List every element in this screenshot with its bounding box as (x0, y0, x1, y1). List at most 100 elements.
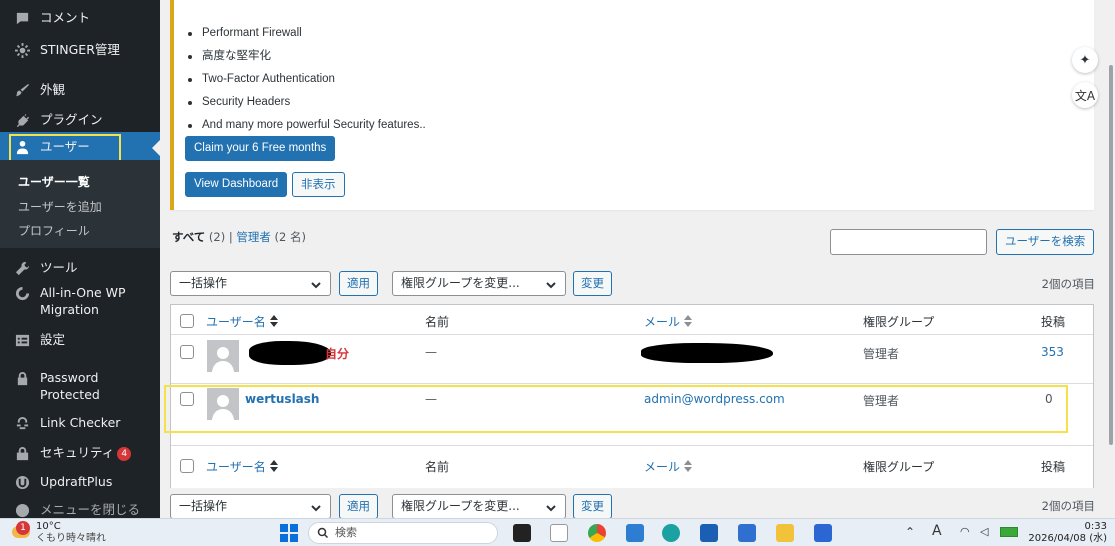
scrollbar[interactable] (1109, 65, 1113, 445)
search-users-button[interactable]: ユーザーを検索 (996, 229, 1095, 255)
redacted-email (641, 343, 773, 363)
column-role: 権限グループ (863, 315, 935, 329)
column-name-footer: 名前 (425, 460, 450, 474)
submenu-add-user[interactable]: ユーザーを追加 (18, 198, 102, 215)
file-explorer-icon[interactable] (776, 524, 794, 542)
chevron-down-icon (310, 499, 322, 512)
window-app-icon[interactable] (626, 524, 644, 542)
ime-indicator[interactable]: A (932, 523, 942, 539)
row-checkbox[interactable] (180, 345, 194, 359)
filter-admin[interactable]: 管理者 (236, 230, 271, 244)
battery-icon[interactable] (1000, 527, 1018, 537)
column-posts-footer: 投稿 (1041, 460, 1066, 474)
speaker-icon[interactable]: ◁ (980, 525, 988, 538)
column-role-footer: 権限グループ (863, 460, 935, 474)
weather-widget[interactable]: 10°C くもり時々晴れ (36, 521, 106, 545)
security-badge: 4 (117, 447, 132, 461)
comment-icon (12, 8, 32, 28)
weather-badge: 1 (16, 521, 30, 535)
store-icon[interactable] (700, 524, 718, 542)
menu-link-checker[interactable]: Link Checker (0, 413, 160, 433)
feature-item: Security Headers (188, 91, 426, 114)
select-all-checkbox-bottom[interactable] (180, 459, 194, 473)
feature-list: Performant Firewall 高度な堅牢化 Two-Factor Au… (188, 22, 426, 137)
menu-updraftplus[interactable]: UpdraftPlus (0, 472, 160, 492)
hide-notice-button[interactable]: 非表示 (292, 172, 345, 197)
table-row: 自分 (325, 345, 349, 362)
redacted-username (249, 341, 331, 365)
link-checker-icon (12, 413, 32, 433)
edge-icon[interactable] (662, 524, 680, 542)
highlight-box-user-row (164, 385, 1068, 433)
item-count: 2個の項目 (1041, 277, 1095, 291)
row-posts-link[interactable]: 353 (1041, 345, 1064, 359)
collapse-icon (12, 500, 32, 518)
main-content: Performant Firewall 高度な堅牢化 Two-Factor Au… (160, 0, 1115, 519)
feature-item: And many more powerful Security features… (188, 114, 426, 137)
chevron-down-icon (310, 276, 322, 289)
menu-comments[interactable]: コメント (0, 8, 160, 28)
column-username[interactable]: ユーザー名 (206, 313, 278, 330)
bottom-bulk-bar: 一括操作 適用 権限グループを変更... 変更 2個の項目 (160, 488, 1115, 519)
word-icon[interactable] (814, 524, 832, 542)
task-view-icon[interactable] (513, 524, 531, 542)
user-search-input[interactable] (830, 229, 987, 255)
translate-icon[interactable]: 文A (1072, 82, 1098, 108)
search-icon (317, 527, 329, 539)
bulk-action-select[interactable]: 一括操作 (170, 271, 331, 296)
change-role-select-bottom[interactable]: 権限グループを変更... (392, 494, 566, 519)
bulk-action-select-bottom[interactable]: 一括操作 (170, 494, 331, 519)
change-role-button-bottom[interactable]: 変更 (573, 494, 612, 519)
view-dashboard-button[interactable]: View Dashboard (185, 172, 288, 197)
migration-icon (12, 283, 32, 303)
menu-password-protected[interactable]: Password Protected (0, 368, 160, 403)
chevron-down-icon (545, 276, 557, 289)
chevron-up-icon[interactable]: ⌃ (905, 525, 915, 539)
chrome-icon[interactable] (588, 524, 606, 542)
change-role-select[interactable]: 権限グループを変更... (392, 271, 566, 296)
lock-icon (12, 368, 32, 388)
sort-icon (684, 315, 693, 327)
select-all-checkbox[interactable] (180, 314, 194, 328)
bulk-apply-button[interactable]: 適用 (339, 271, 378, 296)
taskbar-search[interactable]: 検索 (308, 522, 498, 544)
security-icon (12, 443, 32, 463)
sparkle-icon[interactable]: ✦ (1072, 47, 1098, 73)
submenu-user-list[interactable]: ユーザー一覧 (18, 173, 90, 190)
menu-collapse[interactable]: メニューを閉じる (0, 500, 160, 518)
row-name: — (425, 345, 437, 359)
column-email[interactable]: メール (644, 313, 693, 330)
updraft-icon (12, 472, 32, 492)
feature-item: Two-Factor Authentication (188, 68, 426, 91)
clock[interactable]: 0:33 2026/04/08 (水) (1028, 521, 1107, 545)
app-icon[interactable] (738, 524, 756, 542)
windows-start-icon[interactable] (280, 524, 298, 542)
menu-all-in-one[interactable]: All-in-One WP Migration (0, 283, 150, 318)
role-filter-links: すべて (2) | 管理者 (2 名) (172, 230, 306, 244)
appearance-icon (12, 80, 32, 100)
weather-icon[interactable]: 1 (10, 521, 32, 542)
claim-free-months-button[interactable]: Claim your 6 Free months (185, 136, 336, 161)
menu-tools[interactable]: ツール (0, 258, 160, 278)
wifi-icon[interactable]: ◠ (960, 525, 970, 538)
menu-security[interactable]: セキュリティ 4 (0, 443, 160, 463)
self-label: 自分 (325, 347, 350, 361)
header-divider (171, 334, 1093, 335)
bulk-apply-button-bottom[interactable]: 適用 (339, 494, 378, 519)
windows-taskbar: 1 10°C くもり時々晴れ 検索 ⌃ A ◠ ◁ 0:33 2026/04/0… (0, 518, 1115, 546)
column-email-footer[interactable]: メール (644, 458, 693, 475)
change-role-button[interactable]: 変更 (573, 271, 612, 296)
sort-icon (269, 315, 278, 327)
menu-settings[interactable]: 設定 (0, 330, 160, 350)
menu-appearance[interactable]: 外観 (0, 80, 160, 100)
sort-icon (269, 460, 278, 472)
menu-plugins[interactable]: プラグイン (0, 110, 160, 130)
submenu-profile[interactable]: プロフィール (18, 222, 90, 239)
security-promo-notice: Performant Firewall 高度な堅牢化 Two-Factor Au… (170, 0, 1094, 210)
copilot-icon[interactable] (550, 524, 568, 542)
menu-stinger[interactable]: STINGER管理 (0, 40, 160, 60)
users-submenu: ユーザー一覧 ユーザーを追加 プロフィール (0, 160, 160, 248)
column-username-footer[interactable]: ユーザー名 (206, 458, 278, 475)
filter-all[interactable]: すべて (172, 230, 205, 244)
settings-icon (12, 330, 32, 350)
